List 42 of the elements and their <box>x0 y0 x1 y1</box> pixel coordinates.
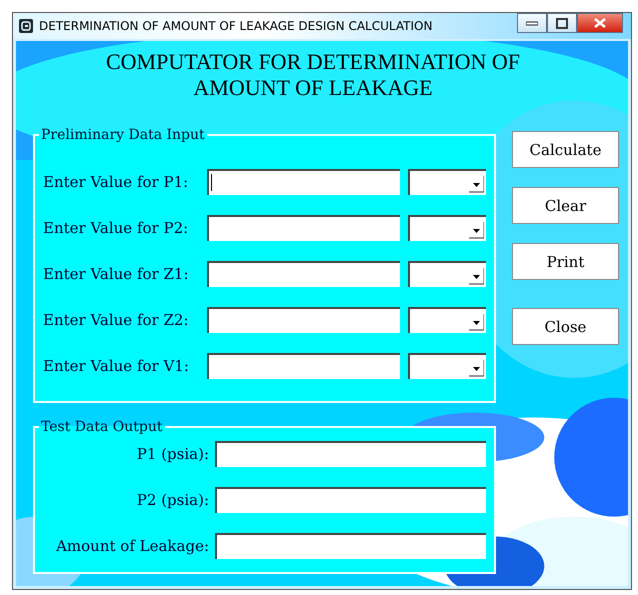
heading-text: COMPUTATOR FOR DETERMINATION OF <box>106 49 520 75</box>
field-label: Amount of Leakage: <box>56 537 209 555</box>
input-field[interactable] <box>207 261 400 287</box>
field-label: Enter Value for Z2: <box>43 311 190 329</box>
close-button[interactable] <box>577 13 623 33</box>
field-label: P1 (psia): <box>136 445 209 463</box>
unit-dropdown[interactable] <box>408 353 486 379</box>
field-label: Enter Value for P1: <box>43 173 190 191</box>
field-label: Enter Value for V1: <box>43 357 190 375</box>
unit-dropdown[interactable] <box>408 215 486 241</box>
action-button[interactable]: Print <box>512 243 619 280</box>
action-button[interactable]: Close <box>512 308 619 345</box>
dropdown-arrow-icon <box>468 175 484 193</box>
field-label: Enter Value for P2: <box>43 219 190 237</box>
unit-dropdown[interactable] <box>408 307 486 333</box>
minimize-icon <box>526 20 538 26</box>
unit-dropdown[interactable] <box>408 169 486 195</box>
minimize-button[interactable] <box>517 13 547 33</box>
heading-text: AMOUNT OF LEAKAGE <box>193 75 433 101</box>
action-button[interactable]: Calculate <box>512 131 619 168</box>
group-title: Preliminary Data Input <box>40 127 206 143</box>
output-field[interactable] <box>215 441 486 467</box>
dropdown-arrow-icon <box>468 359 484 377</box>
app-icon <box>19 19 33 33</box>
output-field[interactable] <box>215 487 486 513</box>
input-field[interactable] <box>207 353 400 379</box>
maximize-icon <box>556 18 568 28</box>
action-button[interactable]: Clear <box>512 187 619 224</box>
field-label: Enter Value for Z1: <box>43 265 190 283</box>
dropdown-arrow-icon <box>468 221 484 239</box>
input-field[interactable] <box>207 215 400 241</box>
input-field[interactable] <box>207 169 400 195</box>
window-title: DETERMINATION OF AMOUNT OF LEAKAGE DESIGN CALCULATION <box>39 19 432 33</box>
maximize-button[interactable] <box>547 13 577 33</box>
close-icon <box>594 18 606 28</box>
field-label: P2 (psia): <box>136 491 209 509</box>
output-field[interactable] <box>215 533 486 559</box>
input-field[interactable] <box>207 307 400 333</box>
group-title: Test Data Output <box>40 419 164 435</box>
unit-dropdown[interactable] <box>408 261 486 287</box>
dropdown-arrow-icon <box>468 267 484 285</box>
dropdown-arrow-icon <box>468 313 484 331</box>
